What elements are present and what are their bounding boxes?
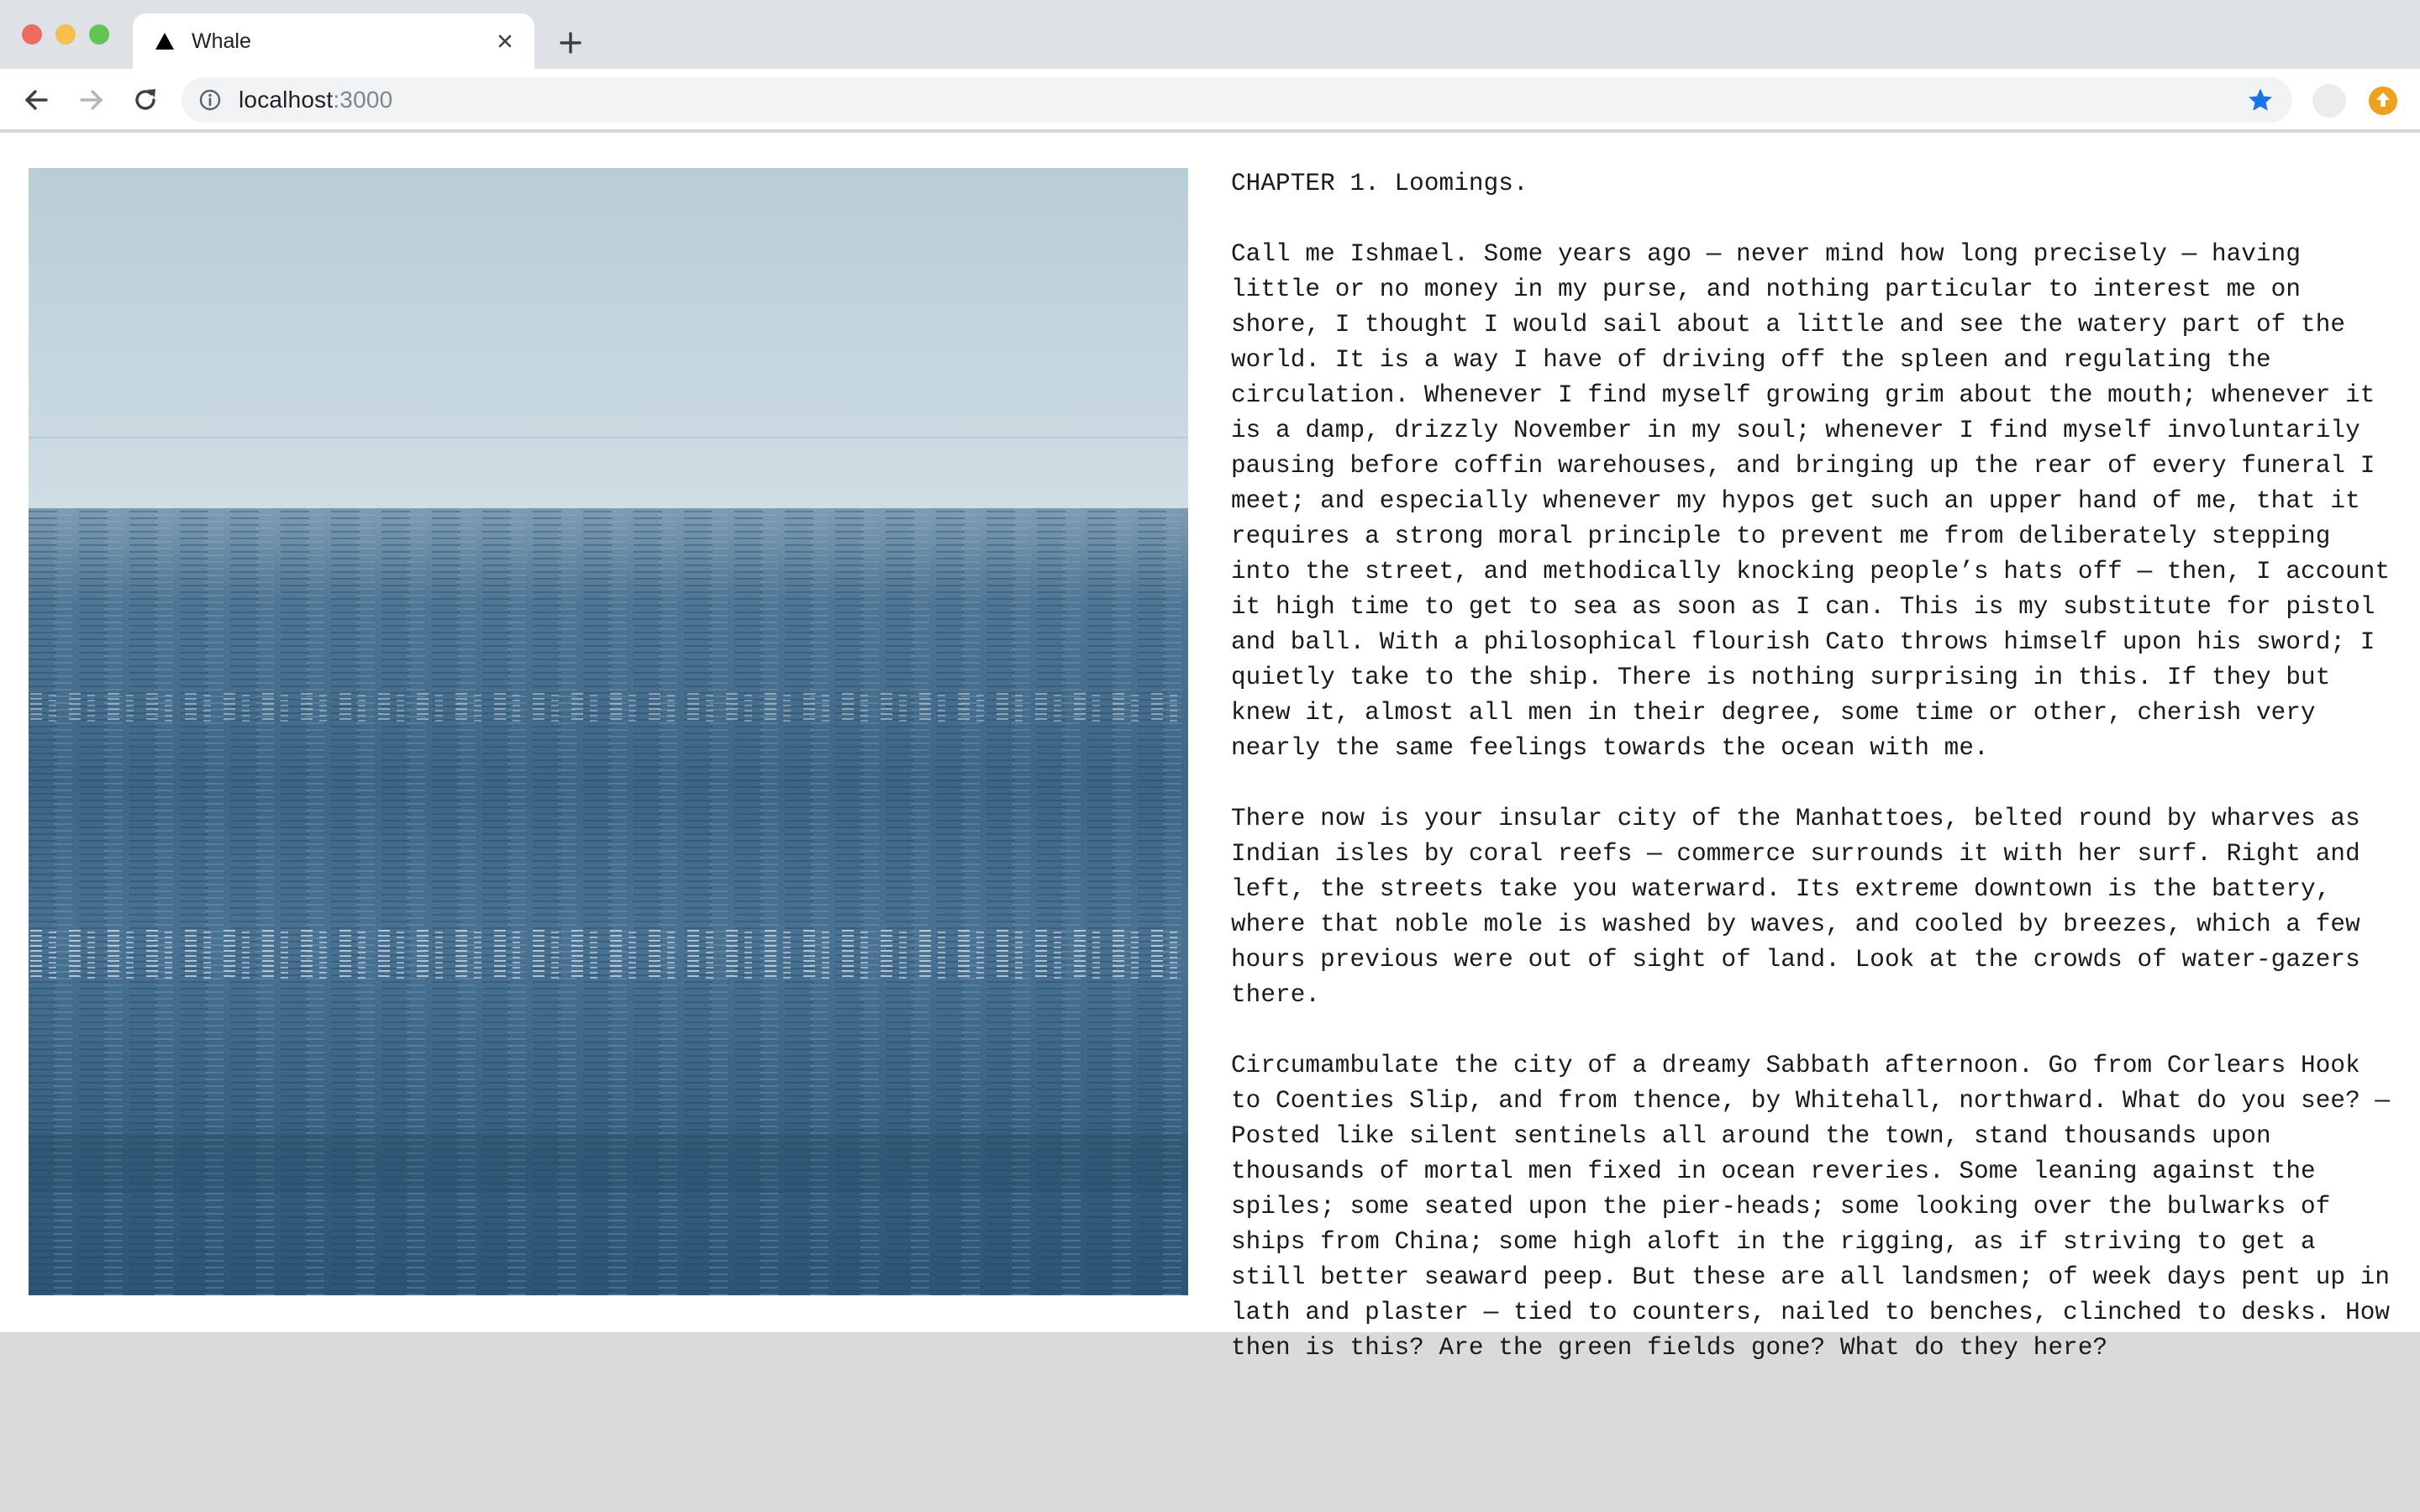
star-icon[interactable] xyxy=(2247,87,2274,113)
browser-tab[interactable]: Whale xyxy=(133,13,534,69)
ocean-image xyxy=(29,168,1188,1295)
paragraph: Circumambulate the city of a dreamy Sabb… xyxy=(1231,1052,2391,1362)
tab-title: Whale xyxy=(192,29,251,53)
arrow-left-icon[interactable] xyxy=(20,84,52,116)
close-tab-icon[interactable] xyxy=(491,27,519,55)
url-port: :3000 xyxy=(333,87,393,113)
paragraph: There now is your insular city of the Ma… xyxy=(1231,805,2360,1009)
reload-icon[interactable] xyxy=(129,84,161,116)
browser-toolbar: localhost:3000 xyxy=(0,69,2420,131)
paragraph: Call me Ishmael. Some years ago — never … xyxy=(1231,240,2391,762)
new-tab-icon[interactable] xyxy=(555,27,587,59)
info-icon[interactable] xyxy=(198,88,222,112)
address-bar[interactable]: localhost:3000 xyxy=(182,77,2292,123)
page-content: CHAPTER 1. Loomings. Call me Ishmael. So… xyxy=(0,133,2420,1362)
minimize-window-button[interactable] xyxy=(55,24,76,45)
zoom-window-button[interactable] xyxy=(89,24,109,45)
article-text: CHAPTER 1. Loomings. Call me Ishmael. So… xyxy=(1231,166,2399,1401)
chapter-heading: CHAPTER 1. Loomings. xyxy=(1231,170,1528,197)
upload-badge-icon[interactable] xyxy=(2366,84,2400,118)
url-host: localhost xyxy=(239,87,334,113)
profile-button[interactable] xyxy=(2312,84,2346,118)
arrow-right-icon[interactable] xyxy=(76,84,108,116)
close-window-button[interactable] xyxy=(22,24,42,45)
triangle-icon xyxy=(155,33,174,50)
url-text: localhost:3000 xyxy=(239,85,392,115)
tab-strip: Whale xyxy=(0,0,2420,69)
